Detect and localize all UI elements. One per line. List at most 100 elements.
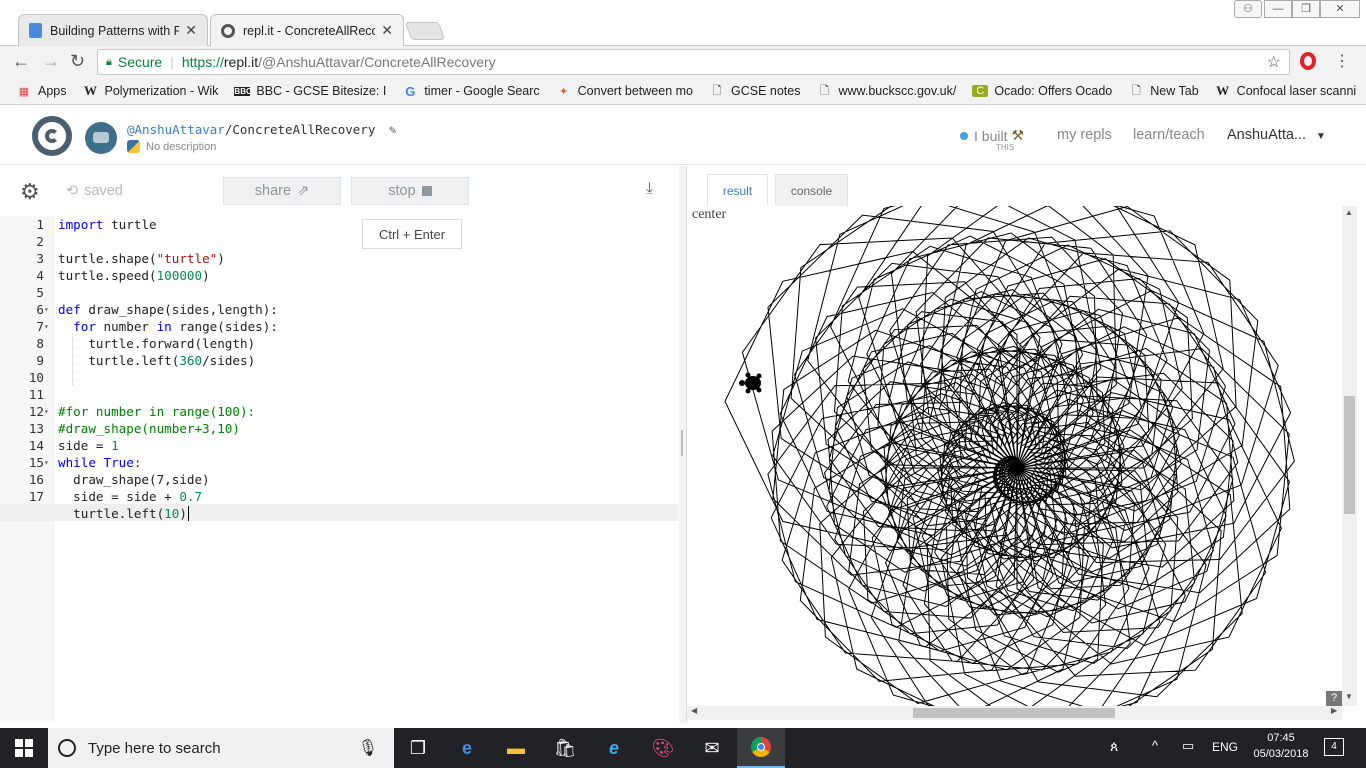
tab-title: Building Patterns with Py xyxy=(50,23,180,38)
menu-dots-icon[interactable]: ⋮ xyxy=(1334,51,1350,71)
pane-splitter[interactable] xyxy=(679,166,686,722)
ocado-icon: C xyxy=(972,85,989,97)
line-number: 7 xyxy=(36,319,44,334)
repl-name[interactable]: ConcreteAllRecovery xyxy=(232,122,375,137)
wikipedia-icon: W xyxy=(84,83,97,98)
python-icon xyxy=(127,140,140,153)
repl-owner-link[interactable]: @AnshuAttavar xyxy=(127,122,225,137)
line-number: 17 xyxy=(28,489,44,504)
code-line-7: for number in range(sides): xyxy=(58,319,278,334)
repl-header: @AnshuAttavar/ConcreteAllRecovery ✎ No d… xyxy=(0,105,1366,165)
clock-time[interactable]: 07:45 xyxy=(1248,732,1314,744)
chrome-icon[interactable] xyxy=(737,728,785,768)
mail-icon[interactable]: ✉ xyxy=(688,728,736,768)
wikipedia-icon: W xyxy=(1216,83,1230,98)
bookmark-item[interactable]: ✦ Convert between mo xyxy=(556,84,693,98)
stop-button[interactable]: stop xyxy=(351,177,469,205)
apps-grid-icon: ▦ xyxy=(18,85,30,98)
browser-tab-replit[interactable]: repl.it - ConcreteAllRecov ✕ xyxy=(210,14,404,46)
bookmark-item[interactable]: W Polymerization - Wik xyxy=(83,83,218,99)
microphone-icon[interactable]: 🎙︎ xyxy=(358,738,378,758)
close-tab-icon[interactable]: ✕ xyxy=(381,22,393,39)
star-icon[interactable]: ☆ xyxy=(1267,52,1281,72)
line-number: 6 xyxy=(36,302,44,317)
taskbar-search-box[interactable]: Type here to search 🎙︎ xyxy=(48,728,394,768)
close-window-button[interactable]: ✕ xyxy=(1320,0,1360,18)
saved-status: ⟲ saved xyxy=(66,183,123,199)
download-icon[interactable]: ⤓ xyxy=(646,180,653,198)
clock-date[interactable]: 05/03/2018 xyxy=(1248,748,1314,760)
opera-icon[interactable] xyxy=(1300,52,1316,70)
fold-arrow-icon[interactable]: ▾ xyxy=(44,318,49,335)
code-line-15: while True: xyxy=(58,455,142,470)
page-icon: 🗋︎ xyxy=(712,84,722,97)
share-button[interactable]: share ⇗ xyxy=(223,177,341,205)
browser-tab-strip: Building Patterns with Py ✕ repl.it - Co… xyxy=(0,0,1366,46)
fold-arrow-icon[interactable]: ▾ xyxy=(44,454,49,471)
close-tab-icon[interactable]: ✕ xyxy=(185,22,197,39)
share-icon: ⇗ xyxy=(297,183,310,199)
battery-icon[interactable]: ▭ xyxy=(1182,738,1194,754)
windows-start-icon[interactable] xyxy=(0,728,48,768)
bookmarks-bar: ▦ Apps W Polymerization - Wik BBC BBC - GCS… xyxy=(0,78,1366,105)
paint-icon[interactable]: 🎨︎ xyxy=(639,728,687,768)
internet-explorer-icon[interactable]: e xyxy=(590,728,638,768)
text-cursor xyxy=(187,506,189,521)
minimize-button[interactable]: — xyxy=(1264,0,1292,18)
editor-toolbar: ⚙ ⟲ saved share ⇗ stop ⤓ xyxy=(0,166,678,216)
edit-pencil-icon[interactable]: ✎ xyxy=(389,122,397,137)
account-menu[interactable]: AnshuAtta... ▼ xyxy=(1227,127,1326,143)
bookmark-item[interactable]: 🗋︎ GCSE notes xyxy=(709,82,801,101)
tab-console[interactable]: console xyxy=(775,174,848,206)
code-editor[interactable]: 123456▾7▾89101112▾131415▾161718 import t… xyxy=(0,216,678,722)
bookmark-item[interactable]: 🗋︎ New Tab xyxy=(1128,82,1199,101)
tab-title: repl.it - ConcreteAllRecov xyxy=(243,23,376,38)
bookmark-item[interactable]: Gtimer - Google Searc xyxy=(402,84,539,99)
address-bar[interactable]: 🔒︎ Secure | https:// repl.it /@AnshuAtta… xyxy=(97,49,1290,75)
restore-button[interactable]: ❐ xyxy=(1292,0,1320,18)
line-number: 16 xyxy=(28,472,44,487)
task-view-icon[interactable]: ❐ xyxy=(394,728,442,768)
show-hidden-icons-chevron[interactable]: ^ xyxy=(1152,738,1158,753)
i-built-this-button[interactable]: I built ⚒ xyxy=(960,127,1024,144)
bookmark-item[interactable]: ▦ Apps xyxy=(16,84,67,98)
avatar[interactable] xyxy=(85,122,117,154)
converter-icon: ✦ xyxy=(559,85,569,98)
bookmark-item[interactable]: 🗋︎ www.buckscc.gov.uk/ xyxy=(816,82,956,101)
fold-arrow-icon[interactable]: ▾ xyxy=(44,301,49,318)
new-tab-button[interactable] xyxy=(404,22,446,40)
language-indicator[interactable]: ENG xyxy=(1212,740,1238,754)
store-icon[interactable]: 🛍︎ xyxy=(541,728,589,768)
reload-icon[interactable]: ↻ xyxy=(70,51,85,72)
tab-result[interactable]: result xyxy=(707,174,768,206)
line-number: 15 xyxy=(28,455,44,470)
settings-gear-icon[interactable]: ⚙ xyxy=(20,179,40,205)
line-number: 12 xyxy=(28,404,44,419)
code-line-8: turtle.forward(length) xyxy=(58,336,256,351)
code-line-3: turtle.shape("turtle") xyxy=(58,251,225,266)
bookmark-item[interactable]: BBC BBC - GCSE Bitesize: I xyxy=(234,84,386,98)
bookmark-item[interactable]: C Ocado: Offers Ocado xyxy=(972,84,1112,98)
vertical-scrollbar[interactable]: ▲ ▼ xyxy=(1342,206,1357,706)
nav-my-repls[interactable]: my repls xyxy=(1057,127,1112,143)
horizontal-scrollbar[interactable]: ◀ ▶ xyxy=(687,706,1342,720)
hammer-icon: ⚒ xyxy=(1011,127,1025,143)
back-arrow-icon[interactable]: ← xyxy=(12,51,30,72)
code-line-13: #draw_shape(number+3,10) xyxy=(58,421,240,436)
edge-icon[interactable]: e xyxy=(443,728,491,768)
forward-arrow-icon[interactable]: → xyxy=(42,51,60,72)
profile-icon[interactable]: ⚇ xyxy=(1234,0,1262,18)
code-line-4: turtle.speed(100000) xyxy=(58,268,210,283)
nav-learn-teach[interactable]: learn/teach xyxy=(1133,127,1205,143)
help-button[interactable]: ? xyxy=(1326,691,1342,706)
repl-description[interactable]: No description xyxy=(127,140,216,153)
fold-arrow-icon[interactable]: ▾ xyxy=(44,403,49,420)
file-explorer-icon[interactable]: ▬ xyxy=(492,728,540,768)
notifications-icon[interactable]: 4 xyxy=(1324,738,1344,756)
people-icon[interactable]: ጰ xyxy=(1110,738,1118,755)
browser-tab-tutorial[interactable]: Building Patterns with Py ✕ xyxy=(18,14,208,46)
line-number: 4 xyxy=(36,268,44,283)
repl-title: @AnshuAttavar/ConcreteAllRecovery ✎ xyxy=(127,122,396,137)
bookmark-item[interactable]: W Confocal laser scanni xyxy=(1215,83,1356,99)
replit-logo-icon[interactable] xyxy=(32,116,72,156)
